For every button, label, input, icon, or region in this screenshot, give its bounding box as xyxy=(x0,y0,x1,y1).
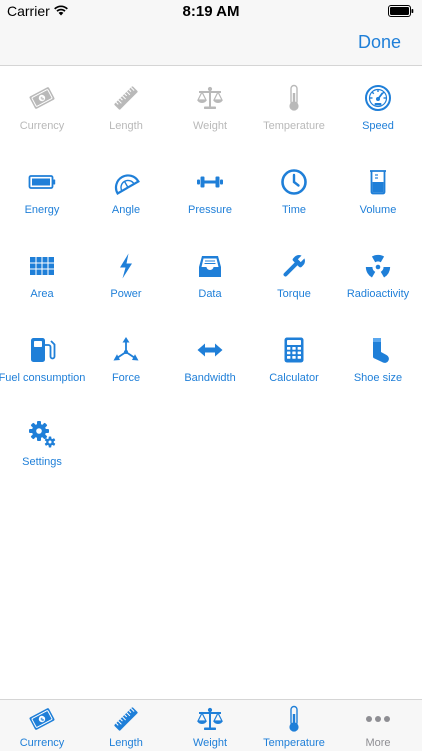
grid-item-area[interactable]: Area xyxy=(0,234,84,318)
battery-status-icon xyxy=(388,5,414,17)
status-bar: Carrier 8:19 AM xyxy=(0,0,422,22)
ruler-icon xyxy=(114,707,138,731)
grid-item-radioactivity[interactable]: Radioactivity xyxy=(336,234,420,318)
grid-item-label: Radioactivity xyxy=(346,288,410,300)
tab-currency[interactable]: $ Currency xyxy=(0,700,84,751)
tab-length[interactable]: Length xyxy=(84,700,168,751)
more-dots-icon xyxy=(366,716,390,722)
grid-icon xyxy=(30,257,54,275)
clock-icon xyxy=(281,169,307,195)
force-arrows-icon xyxy=(113,337,139,361)
grid-item-calculator[interactable]: Calculator xyxy=(252,318,336,402)
tab-weight[interactable]: Weight xyxy=(168,700,252,751)
tab-bar: $ Currency Length Weight Temperature Mor… xyxy=(0,699,422,751)
grid-item-weight[interactable]: Weight xyxy=(168,66,252,150)
grid-item-shoe-size[interactable]: Shoe size xyxy=(336,318,420,402)
grid-item-data[interactable]: Data xyxy=(168,234,252,318)
sock-icon xyxy=(372,338,389,363)
tray-icon xyxy=(199,256,221,277)
grid-item-currency[interactable]: $ Currency xyxy=(0,66,84,150)
grid-item-time[interactable]: Time xyxy=(252,150,336,234)
thermometer-icon xyxy=(289,84,299,111)
wrench-icon xyxy=(283,254,306,277)
grid-item-power[interactable]: Power xyxy=(84,234,168,318)
grid-item-bandwidth[interactable]: Bandwidth xyxy=(168,318,252,402)
ruler-icon xyxy=(114,86,138,110)
grid-item-force[interactable]: Force xyxy=(84,318,168,402)
speedometer-icon xyxy=(365,85,391,111)
grid-item-settings[interactable]: Settings xyxy=(0,402,84,486)
scale-icon xyxy=(197,707,223,730)
currency-icon: $ xyxy=(29,87,55,109)
grid-item-label: Settings xyxy=(22,456,62,468)
grid-item-label: Speed xyxy=(362,120,394,132)
gears-icon xyxy=(29,421,56,448)
calculator-icon xyxy=(284,337,304,363)
lightning-icon xyxy=(120,253,132,279)
tab-temperature[interactable]: Temperature xyxy=(252,700,336,751)
grid-item-length[interactable]: Length xyxy=(84,66,168,150)
grid-item-pressure[interactable]: Pressure xyxy=(168,150,252,234)
status-time: 8:19 AM xyxy=(182,3,240,20)
radiation-icon xyxy=(365,254,391,278)
grid-item-fuel-consumption[interactable]: Fuel consumption xyxy=(0,318,85,402)
thermometer-icon xyxy=(289,705,299,732)
grid-item-speed[interactable]: Speed xyxy=(336,66,420,150)
double-arrow-icon xyxy=(197,343,223,357)
grid-item-volume[interactable]: Volume xyxy=(336,150,420,234)
navigation-bar: Done xyxy=(0,22,422,66)
currency-icon: $ xyxy=(29,708,55,730)
protractor-icon xyxy=(114,174,140,195)
grid-item-torque[interactable]: Torque xyxy=(252,234,336,318)
grid-item-energy[interactable]: Energy xyxy=(0,150,84,234)
tab-label: More xyxy=(365,737,391,749)
scale-icon xyxy=(197,86,223,109)
grid-item-label: Shoe size xyxy=(353,372,403,384)
grid-item-angle[interactable]: Angle xyxy=(84,150,168,234)
grid-item-temperature[interactable]: Temperature xyxy=(252,66,336,150)
beaker-icon xyxy=(370,170,386,195)
dumbbell-icon xyxy=(197,176,223,188)
battery-icon xyxy=(28,175,56,189)
done-button[interactable]: Done xyxy=(358,32,401,53)
fuel-pump-icon xyxy=(31,338,56,362)
grid-item-label: Volume xyxy=(359,204,397,216)
tab-more[interactable]: More xyxy=(336,700,420,751)
